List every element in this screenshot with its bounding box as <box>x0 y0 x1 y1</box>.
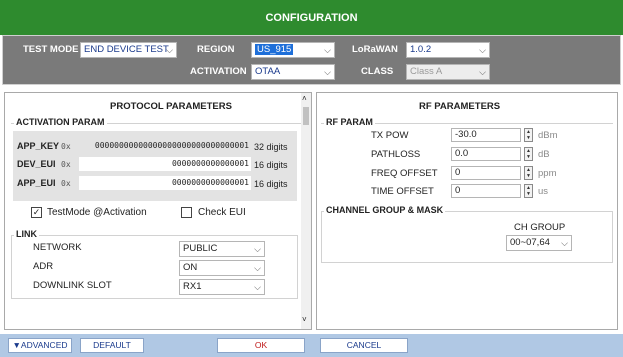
class-select[interactable]: Class A ⌵ <box>406 64 490 80</box>
channel-group-mask-label: CHANNEL GROUP & MASK <box>324 205 446 215</box>
vertical-scrollbar[interactable]: ˄ ˅ <box>301 93 311 329</box>
lorawan-select[interactable]: 1.0.2 ⌵ <box>406 42 490 58</box>
rf-parameters-panel: RF PARAMETERS RF PARAM TX POW -30.0 ▲ ▼ d… <box>316 92 618 330</box>
adr-select[interactable]: ON ⌵ <box>179 260 265 276</box>
test-mode-label: TEST MODE <box>23 44 79 55</box>
class-label: CLASS <box>361 66 394 77</box>
app-eui-digits: 16 digits <box>254 179 288 189</box>
ch-group-value: 00~07,64 <box>510 237 550 248</box>
chevron-down-icon: ⌵ <box>324 67 331 77</box>
link-group-label: LINK <box>14 229 39 239</box>
footer-bar: ▼ADVANCED DEFAULT OK CANCEL <box>0 334 623 357</box>
downlink-slot-label: DOWNLINK SLOT <box>33 280 112 291</box>
region-value: US_915 <box>255 44 294 55</box>
downlink-slot-value: RX1 <box>183 281 202 292</box>
pathloss-stepper[interactable]: ▲ ▼ <box>524 147 533 161</box>
tx-pow-label: TX POW <box>371 130 409 141</box>
chevron-down-icon: ⌵ <box>254 282 261 292</box>
lorawan-value: 1.0.2 <box>410 44 432 55</box>
chevron-down-icon: ⌵ <box>479 45 486 55</box>
downlink-slot-select[interactable]: RX1 ⌵ <box>179 279 265 295</box>
test-mode-value: END DEVICE TEST <box>84 44 169 55</box>
chevron-down-icon: ⌵ <box>479 67 486 77</box>
region-select[interactable]: US_915 ⌵ <box>251 42 335 58</box>
app-key-input[interactable]: 00000000000000000000000000000001 <box>79 139 251 153</box>
check-eui-checkbox[interactable] <box>181 207 192 218</box>
lorawan-label: LoRaWAN <box>352 44 398 55</box>
chevron-down-icon: ⌵ <box>166 45 173 55</box>
app-eui-input[interactable]: 0000000000000001 <box>79 176 251 190</box>
test-mode-select[interactable]: END DEVICE TEST ⌵ <box>80 42 177 58</box>
network-label: NETWORK <box>33 242 82 253</box>
pathloss-unit: dB <box>538 149 550 160</box>
dev-eui-label: DEV_EUI <box>17 159 56 169</box>
region-label: REGION <box>197 44 235 55</box>
time-offset-stepper[interactable]: ▲ ▼ <box>524 184 533 198</box>
adr-value: ON <box>183 262 198 273</box>
app-key-label: APP_KEY <box>17 141 60 151</box>
default-button[interactable]: DEFAULT <box>80 338 144 353</box>
ch-group-label: CH GROUP <box>514 222 566 233</box>
freq-offset-unit: ppm <box>538 168 557 179</box>
chevron-down-icon: ⌵ <box>324 45 331 55</box>
time-offset-input[interactable]: 0 <box>451 184 521 198</box>
protocol-parameters-panel: PROTOCOL PARAMETERS ACTIVATION PARAM APP… <box>4 92 312 330</box>
ch-group-select[interactable]: 00~07,64 ⌵ <box>506 235 572 251</box>
freq-offset-stepper[interactable]: ▲ ▼ <box>524 166 533 180</box>
app-eui-prefix: 0x <box>61 179 71 188</box>
pathloss-label: PATHLOSS <box>371 149 421 160</box>
chevron-down-icon: ⌵ <box>254 244 261 254</box>
pathloss-input[interactable]: 0.0 <box>451 147 521 161</box>
scroll-up-icon[interactable]: ˄ <box>302 94 307 103</box>
network-value: PUBLIC <box>183 243 218 254</box>
chevron-down-icon: ⌵ <box>254 263 261 273</box>
activation-label: ACTIVATION <box>190 66 247 77</box>
cancel-button[interactable]: CANCEL <box>320 338 408 353</box>
check-eui-label: Check EUI <box>198 207 246 218</box>
freq-offset-label: FREQ OFFSET <box>371 168 438 179</box>
class-value: Class A <box>410 66 443 77</box>
app-key-prefix: 0x <box>61 142 71 151</box>
testmode-activation-label: TestMode @Activation <box>47 207 147 218</box>
dev-eui-prefix: 0x <box>61 160 71 169</box>
rf-parameters-title: RF PARAMETERS <box>419 101 501 112</box>
dev-eui-input[interactable]: 0000000000000001 <box>79 157 251 171</box>
protocol-parameters-title: PROTOCOL PARAMETERS <box>110 101 232 112</box>
rf-param-label: RF PARAM <box>324 117 375 127</box>
adr-label: ADR <box>33 261 54 272</box>
ok-button[interactable]: OK <box>217 338 305 353</box>
window-title: CONFIGURATION <box>0 0 623 35</box>
scrollbar-thumb[interactable] <box>303 107 309 125</box>
activation-param-label: ACTIVATION PARAM <box>14 117 107 127</box>
network-select[interactable]: PUBLIC ⌵ <box>179 241 265 257</box>
advanced-button[interactable]: ▼ADVANCED <box>8 338 72 353</box>
time-offset-label: TIME OFFSET <box>371 186 434 197</box>
app-eui-label: APP_EUI <box>17 178 56 188</box>
freq-offset-input[interactable]: 0 <box>451 166 521 180</box>
activation-select[interactable]: OTAA ⌵ <box>251 64 335 80</box>
chevron-down-icon: ⌵ <box>561 238 568 248</box>
testmode-activation-checkbox[interactable]: ✓ <box>31 207 42 218</box>
time-offset-unit: us <box>538 186 549 197</box>
dev-eui-digits: 16 digits <box>254 160 288 170</box>
scroll-down-icon[interactable]: ˅ <box>302 315 307 324</box>
header-bar: TEST MODE END DEVICE TEST ⌵ REGION US_91… <box>2 35 621 85</box>
tx-pow-unit: dBm <box>538 130 558 141</box>
tx-pow-stepper[interactable]: ▲ ▼ <box>524 128 533 142</box>
app-key-digits: 32 digits <box>254 142 288 152</box>
tx-pow-input[interactable]: -30.0 <box>451 128 521 142</box>
activation-value: OTAA <box>255 66 281 77</box>
